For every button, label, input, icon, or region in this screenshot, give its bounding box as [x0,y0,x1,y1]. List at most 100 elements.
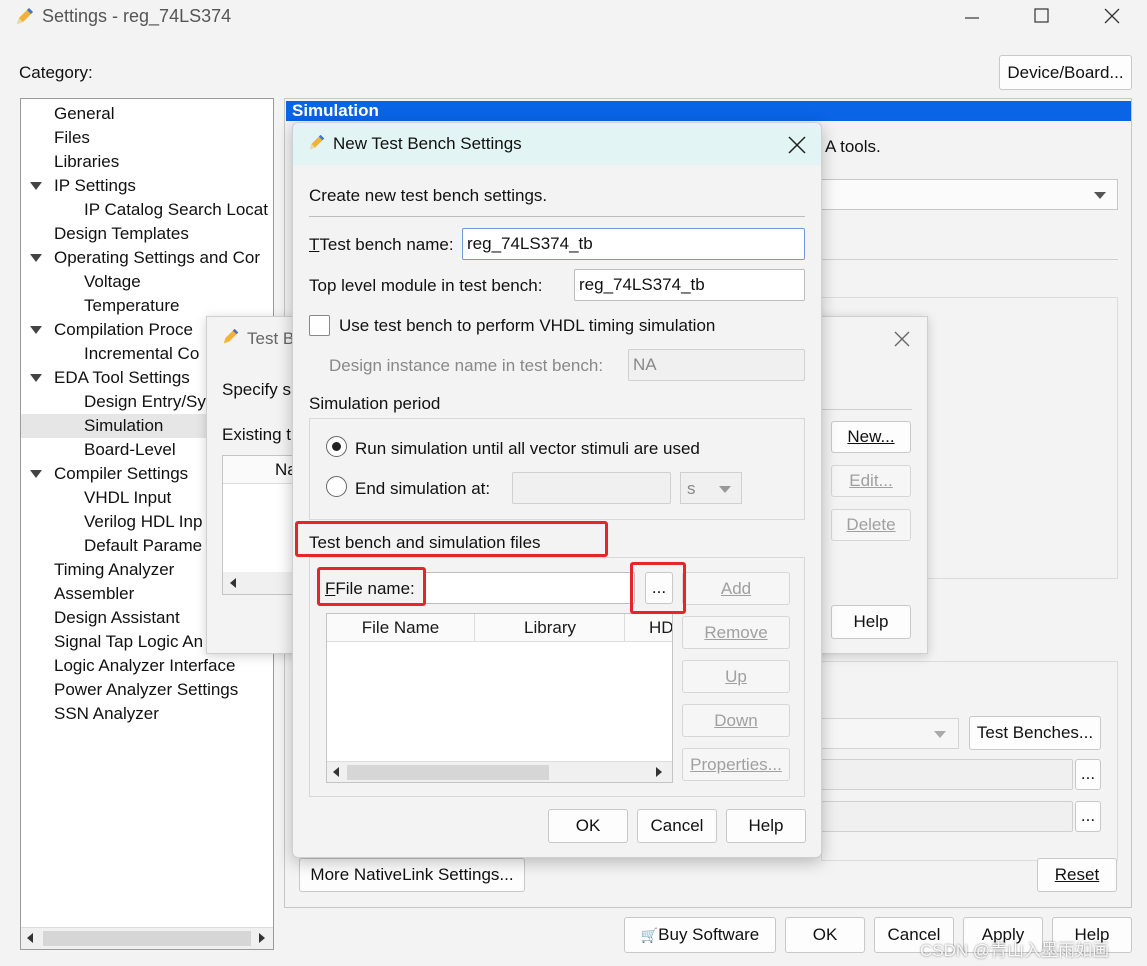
new-tb-title: New Test Bench Settings [333,134,522,153]
tree-item-timing-analyzer[interactable]: Timing Analyzer [54,560,174,580]
top-module-input[interactable]: reg_74LS374_tb [574,269,805,301]
close-icon[interactable] [893,330,911,348]
close-icon[interactable] [1102,6,1122,26]
new-tb-cancel-button[interactable]: Cancel [637,809,717,843]
tree-item-logic-analyzer-interface[interactable]: Logic Analyzer Interface [54,656,235,676]
existing-tb-table[interactable]: Na [222,455,302,595]
tool-name-dropdown[interactable] [821,179,1118,210]
tree-item-assembler[interactable]: Assembler [54,584,134,604]
panel-browse-button-1[interactable]: ... [1075,759,1101,790]
device-board-button[interactable]: Device/Board... [999,55,1132,90]
add-file-button[interactable]: Add [682,572,790,605]
tree-item-compilation-proce[interactable]: Compilation Proce [54,320,193,340]
tree-item-operating-settings-and-cor[interactable]: Operating Settings and Cor [54,248,260,268]
simulation-description-tail: A tools. [825,137,881,156]
tb-name-input[interactable]: reg_74LS374_tb [462,228,805,260]
files-table-header: File Name Library HD [327,614,672,642]
divider [309,216,805,217]
properties-file-button[interactable]: Properties... [682,748,790,781]
run-all-radio[interactable] [326,436,347,457]
scroll-thumb[interactable] [347,765,549,780]
remove-file-button[interactable]: Remove [682,616,790,649]
maximize-icon[interactable] [1032,6,1052,26]
tree-item-ip-catalog-search-locat[interactable]: IP Catalog Search Locat [84,200,268,220]
panel-browse-button-2[interactable]: ... [1075,801,1101,832]
tree-item-simulation[interactable]: Simulation [84,416,163,436]
radio-dot [332,442,341,451]
expand-arrow-icon[interactable] [30,374,42,382]
tree-item-default-parame[interactable]: Default Parame [84,536,202,556]
vhdl-timing-checkbox[interactable] [309,315,330,336]
tree-item-ssn-analyzer[interactable]: SSN Analyzer [54,704,159,724]
reset-button[interactable]: Reset [1037,858,1117,892]
tree-item-eda-tool-settings[interactable]: EDA Tool Settings [54,368,190,388]
new-tb-help-button[interactable]: Help [726,809,806,843]
end-at-radio[interactable] [326,476,347,497]
tree-item-signal-tap-logic-an[interactable]: Signal Tap Logic An [54,632,203,652]
column-header-library[interactable]: Library [476,614,625,642]
new-tb-settings-dialog: New Test Bench Settings Create new test … [292,122,822,858]
buy-software-button[interactable]: 🛒Buy Software [624,917,776,953]
files-table[interactable]: File Name Library HD [326,613,673,783]
ok-button[interactable]: OK [785,917,865,953]
end-unit-dropdown[interactable]: s [680,472,742,504]
file-name-input[interactable] [423,572,635,604]
tree-item-compiler-settings[interactable]: Compiler Settings [54,464,188,484]
panel-path-field-1[interactable] [821,759,1073,790]
scroll-left-icon[interactable] [27,933,33,943]
expand-arrow-icon[interactable] [30,182,42,190]
expand-arrow-icon[interactable] [30,470,42,478]
tree-item-vhdl-input[interactable]: VHDL Input [84,488,171,508]
more-nativelink-button[interactable]: More NativeLink Settings... [299,858,525,892]
tb-help-button[interactable]: Help [831,605,911,639]
tree-item-libraries[interactable]: Libraries [54,152,119,172]
tree-item-board-level[interactable]: Board-Level [84,440,176,460]
sim-period-label: Simulation period [309,394,441,413]
column-header-hdl[interactable]: HD [649,614,672,642]
tb-table-hscrollbar[interactable] [223,572,301,594]
top-module-label: Top level module in test bench: [309,276,543,295]
minimize-icon[interactable] [962,8,982,28]
new-tb-ok-button[interactable]: OK [548,809,628,843]
scroll-left-icon[interactable] [333,767,339,777]
chevron-down-icon [1094,192,1106,199]
scroll-right-icon[interactable] [259,933,265,943]
edit-tb-button[interactable]: Edit... [831,465,911,497]
tree-item-incremental-co[interactable]: Incremental Co [84,344,199,364]
specify-label: Specify s [222,380,291,399]
delete-tb-button[interactable]: Delete [831,509,911,541]
tree-hscrollbar[interactable] [21,927,273,949]
files-table-hscrollbar[interactable] [327,761,672,782]
expand-arrow-icon[interactable] [30,254,42,262]
scroll-left-icon[interactable] [230,578,236,588]
tree-item-voltage[interactable]: Voltage [84,272,141,292]
tree-item-files[interactable]: Files [54,128,90,148]
tree-item-verilog-hdl-inp[interactable]: Verilog HDL Inp [84,512,202,532]
tree-item-design-entry-sy[interactable]: Design Entry/Sy [84,392,206,412]
new-tb-button[interactable]: New... [831,421,911,453]
highlight-files-label [295,521,608,557]
tree-item-design-assistant[interactable]: Design Assistant [54,608,180,628]
up-file-button[interactable]: Up [682,660,790,693]
tree-item-design-templates[interactable]: Design Templates [54,224,189,244]
instance-input[interactable]: NA [628,349,805,381]
tree-item-temperature[interactable]: Temperature [84,296,179,316]
cart-icon: 🛒 [640,927,659,943]
close-icon[interactable] [787,135,807,155]
chevron-down-icon [934,731,946,738]
simulation-header: Simulation [286,101,1131,121]
end-at-input[interactable] [512,472,671,504]
pencil-icon [223,328,239,344]
tree-item-ip-settings[interactable]: IP Settings [54,176,136,196]
tree-item-general[interactable]: General [54,104,114,124]
test-benches-button[interactable]: Test Benches... [969,716,1101,750]
scroll-right-icon[interactable] [656,767,662,777]
tree-item-power-analyzer-settings[interactable]: Power Analyzer Settings [54,680,238,700]
expand-arrow-icon[interactable] [30,326,42,334]
sim-period-group [309,418,805,520]
compile-testbench-dropdown[interactable] [821,718,959,749]
scroll-thumb[interactable] [43,931,251,946]
panel-path-field-2[interactable] [821,801,1073,832]
column-header-file-name[interactable]: File Name [327,614,475,642]
down-file-button[interactable]: Down [682,704,790,737]
